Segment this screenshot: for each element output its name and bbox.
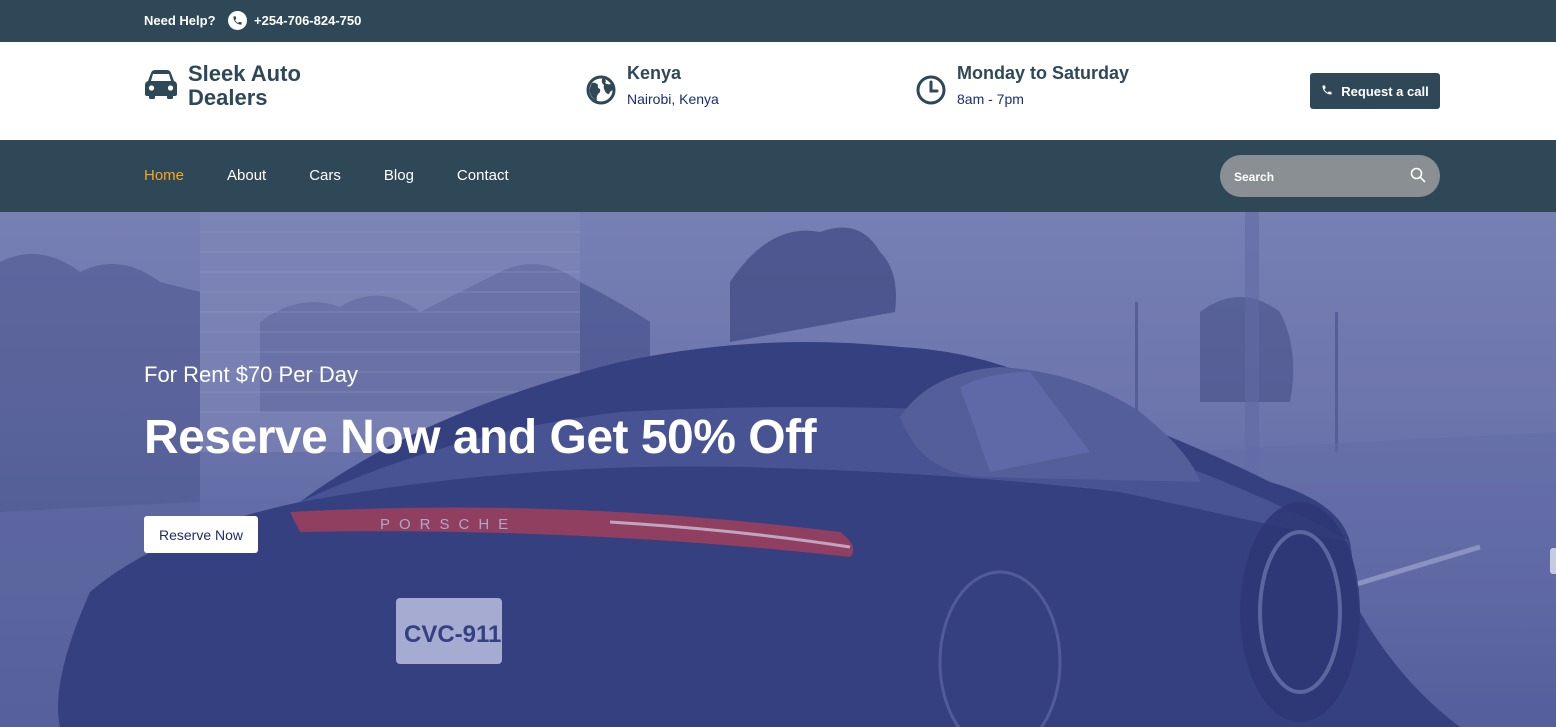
- hero-headline: Reserve Now and Get 50% Off: [144, 411, 817, 464]
- car-icon: [144, 69, 188, 104]
- topbar-phone-number: +254-706-824-750: [254, 12, 362, 28]
- location-info: Kenya Nairobi, Kenya: [585, 62, 719, 111]
- nav-item-contact[interactable]: Contact: [457, 167, 509, 184]
- topbar-phone[interactable]: +254-706-824-750: [228, 10, 361, 30]
- hours-subtitle: 8am - 7pm: [957, 91, 1024, 107]
- brand-logo[interactable]: Sleek Auto Dealers: [144, 62, 318, 110]
- phone-icon: [1321, 84, 1341, 99]
- hours-title: Monday to Saturday: [957, 63, 1130, 83]
- need-help-label: Need Help?: [144, 13, 216, 28]
- location-subtitle: Nairobi, Kenya: [627, 91, 719, 107]
- hero-overlay: [0, 212, 1556, 727]
- nav-item-blog[interactable]: Blog: [384, 167, 414, 184]
- globe-icon: [585, 62, 627, 111]
- clock-icon: [915, 62, 957, 111]
- hours-info: Monday to Saturday 8am - 7pm: [915, 62, 1129, 111]
- reserve-now-button[interactable]: Reserve Now: [144, 516, 258, 553]
- header: Sleek Auto Dealers Kenya Nairobi, Kenya …: [0, 42, 1556, 140]
- top-bar: Need Help? +254-706-824-750: [0, 0, 1556, 42]
- hero-kicker: For Rent $70 Per Day: [144, 362, 358, 387]
- nav-item-cars[interactable]: Cars: [309, 167, 341, 184]
- request-call-label: Request a call: [1341, 83, 1429, 99]
- nav-item-home[interactable]: Home: [144, 167, 184, 184]
- phone-icon: [228, 10, 247, 30]
- nav-item-about[interactable]: About: [227, 167, 266, 184]
- search-box: [1220, 155, 1440, 197]
- hero-banner: PORSCHE CVC-911 For Rent $70 Per Day Res…: [0, 212, 1556, 727]
- request-call-button[interactable]: Request a call: [1310, 73, 1440, 109]
- side-scroll-tab[interactable]: [1550, 548, 1556, 574]
- search-icon[interactable]: [1410, 167, 1426, 188]
- search-input[interactable]: [1232, 165, 1406, 189]
- brand-name: Sleek Auto Dealers: [188, 61, 301, 110]
- location-title: Kenya: [627, 63, 682, 83]
